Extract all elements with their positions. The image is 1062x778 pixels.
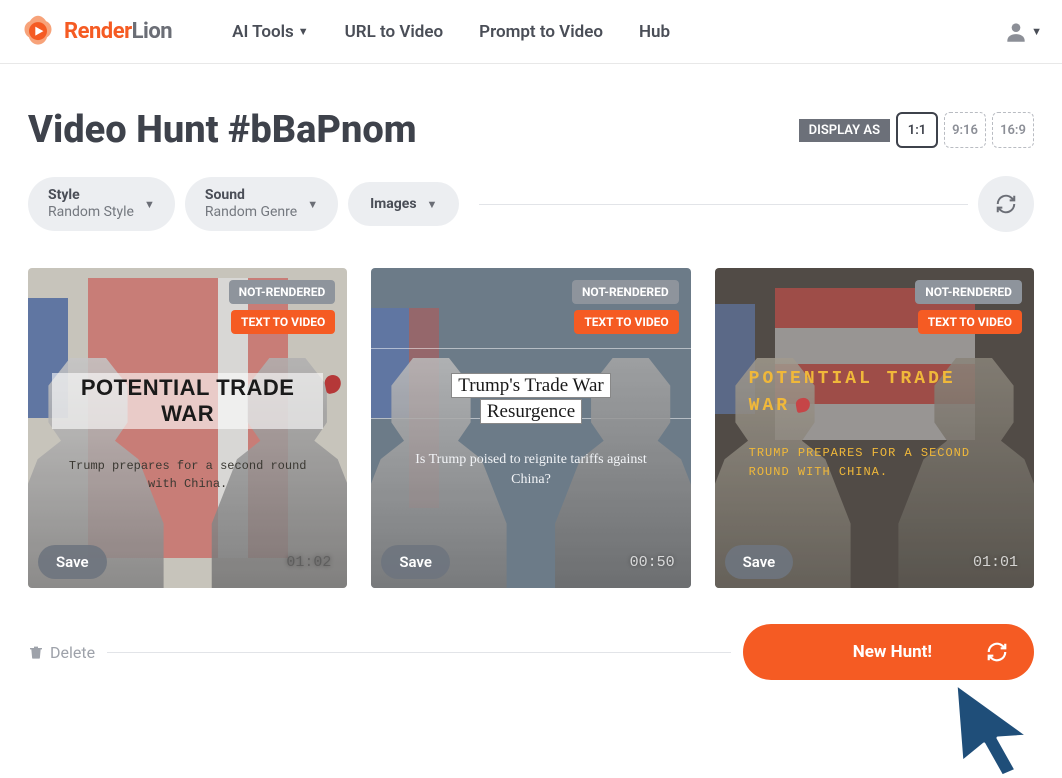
chevron-down-icon: ▼ [427, 198, 438, 211]
card-subtitle: Trump prepares for a second round with C… [52, 457, 323, 493]
filter-sound-value: Random Genre [205, 204, 297, 221]
filter-style-value: Random Style [48, 204, 134, 221]
refresh-icon [986, 641, 1008, 663]
status-badge: NOT-RENDERED [572, 280, 679, 304]
video-card[interactable]: NOT-RENDERED TEXT TO VIDEO POTENTIAL TRA… [715, 268, 1034, 588]
divider [107, 652, 731, 653]
aspect-16-9[interactable]: 16:9 [992, 112, 1034, 148]
video-card[interactable]: NOT-RENDERED TEXT TO VIDEO POTENTIAL TRA… [28, 268, 347, 588]
nav-ai-tools-label: AI Tools [232, 22, 294, 42]
page-title: Video Hunt #bBaPnom [28, 108, 417, 152]
card-title: Trump's Trade WarResurgence [451, 373, 610, 424]
nav-url-to-video[interactable]: URL to Video [345, 22, 444, 42]
status-badge: NOT-RENDERED [229, 280, 336, 304]
divider [479, 204, 968, 205]
card-title: POTENTIAL TRADE WAR [739, 366, 1010, 420]
trash-icon [28, 643, 44, 661]
chevron-down-icon: ▼ [144, 198, 155, 211]
brand-name: RenderLion [64, 19, 172, 44]
new-hunt-button[interactable]: New Hunt! [743, 624, 1034, 680]
save-button[interactable]: Save [725, 545, 794, 579]
display-as-group: DISPLAY AS 1:1 9:16 16:9 [799, 112, 1034, 148]
type-badge: TEXT TO VIDEO [918, 310, 1022, 334]
logo-icon [20, 14, 56, 50]
display-as-label: DISPLAY AS [799, 119, 890, 142]
cursor-illustration [950, 680, 1040, 778]
duration: 00:50 [630, 554, 675, 571]
account-menu[interactable]: ▼ [1003, 19, 1042, 45]
refresh-button[interactable] [978, 176, 1034, 232]
main-nav: AI Tools ▼ URL to Video Prompt to Video … [232, 22, 670, 42]
status-badge: NOT-RENDERED [915, 280, 1022, 304]
aspect-9-16[interactable]: 9:16 [944, 112, 986, 148]
brand-logo[interactable]: RenderLion [20, 14, 172, 50]
refresh-icon [995, 193, 1017, 215]
video-grid: NOT-RENDERED TEXT TO VIDEO POTENTIAL TRA… [0, 232, 1062, 588]
filter-images-label: Images [370, 196, 416, 212]
save-button[interactable]: Save [38, 545, 107, 579]
card-title: POTENTIAL TRADE WAR [52, 373, 323, 429]
card-subtitle: Is Trump poised to reignite tariffs agai… [395, 450, 666, 489]
chevron-down-icon: ▼ [1031, 25, 1042, 38]
delete-button[interactable]: Delete [28, 643, 95, 662]
filter-style[interactable]: Style Random Style ▼ [28, 177, 175, 231]
duration: 01:01 [973, 554, 1018, 571]
card-subtitle: TRUMP PREPARES FOR A SECOND ROUND WITH C… [739, 444, 1010, 482]
nav-prompt-to-video[interactable]: Prompt to Video [479, 22, 603, 42]
filter-row: Style Random Style ▼ Sound Random Genre … [0, 152, 1062, 232]
user-icon [1003, 19, 1029, 45]
save-button[interactable]: Save [381, 545, 450, 579]
filter-images[interactable]: Images ▼ [348, 182, 459, 226]
delete-label: Delete [50, 643, 95, 662]
new-hunt-label: New Hunt! [853, 642, 932, 662]
nav-hub[interactable]: Hub [639, 22, 670, 42]
type-badge: TEXT TO VIDEO [574, 310, 678, 334]
duration: 01:02 [286, 554, 331, 571]
video-card[interactable]: NOT-RENDERED TEXT TO VIDEO Trump's Trade… [371, 268, 690, 588]
title-row: Video Hunt #bBaPnom DISPLAY AS 1:1 9:16 … [0, 64, 1062, 152]
bottom-row: Delete New Hunt! [0, 588, 1062, 680]
filter-style-label: Style [48, 187, 134, 204]
app-header: RenderLion AI Tools ▼ URL to Video Promp… [0, 0, 1062, 64]
chevron-down-icon: ▼ [307, 198, 318, 211]
chevron-down-icon: ▼ [298, 25, 309, 38]
aspect-1-1[interactable]: 1:1 [896, 112, 938, 148]
nav-ai-tools[interactable]: AI Tools ▼ [232, 22, 309, 42]
filter-sound[interactable]: Sound Random Genre ▼ [185, 177, 338, 231]
filter-sound-label: Sound [205, 187, 297, 204]
type-badge: TEXT TO VIDEO [231, 310, 335, 334]
